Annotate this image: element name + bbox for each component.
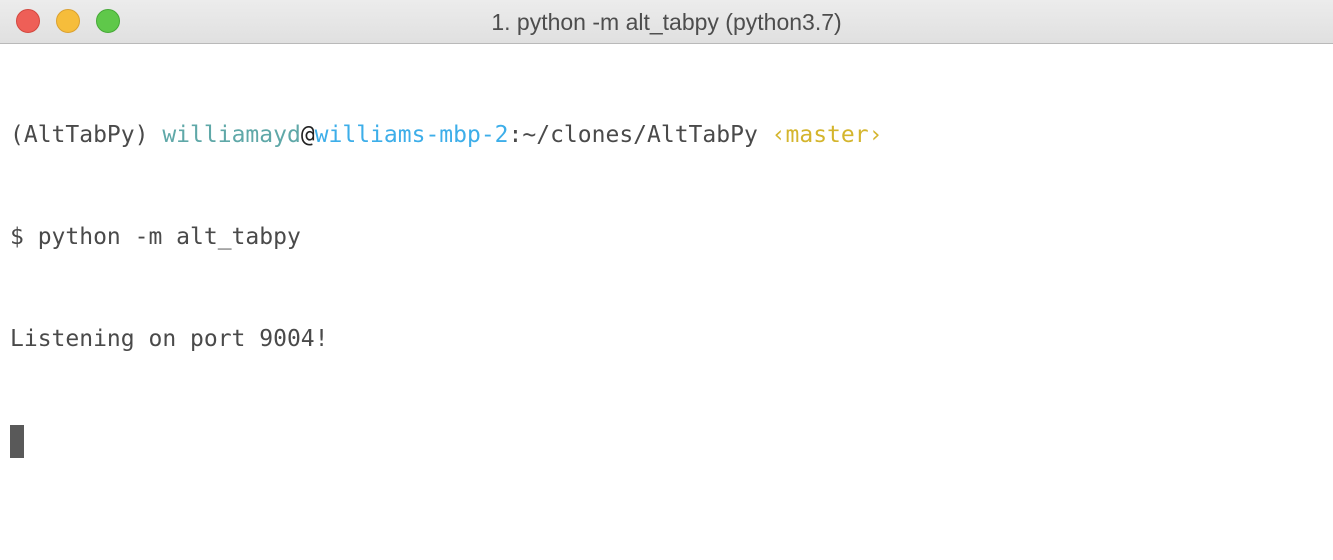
window-title: 1. python -m alt_tabpy (python3.7) [491, 9, 842, 35]
prompt-user: williamayd [162, 122, 301, 148]
terminal-content[interactable]: (AltTabPy) williamayd@williams-mbp-2:~/c… [10, 50, 1323, 526]
command-line: $ python -m alt_tabpy [10, 224, 301, 250]
terminal-window: 1. python -m alt_tabpy (python3.7) (AltT… [0, 0, 1333, 560]
prompt-line: (AltTabPy) williamayd@williams-mbp-2:~/c… [10, 118, 1323, 152]
text-cursor [10, 425, 24, 458]
prompt-path: :~/clones/AltTabPy [508, 122, 772, 148]
title-bar: 1. python -m alt_tabpy (python3.7) [0, 0, 1333, 44]
cursor-line[interactable] [10, 424, 1323, 458]
prompt-env: (AltTabPy) [10, 122, 163, 148]
prompt-branch: ‹master› [771, 122, 883, 148]
prompt-host: williams-mbp-2 [314, 122, 509, 148]
prompt-at: @ [300, 122, 315, 148]
output-line: Listening on port 9004! [10, 326, 329, 352]
